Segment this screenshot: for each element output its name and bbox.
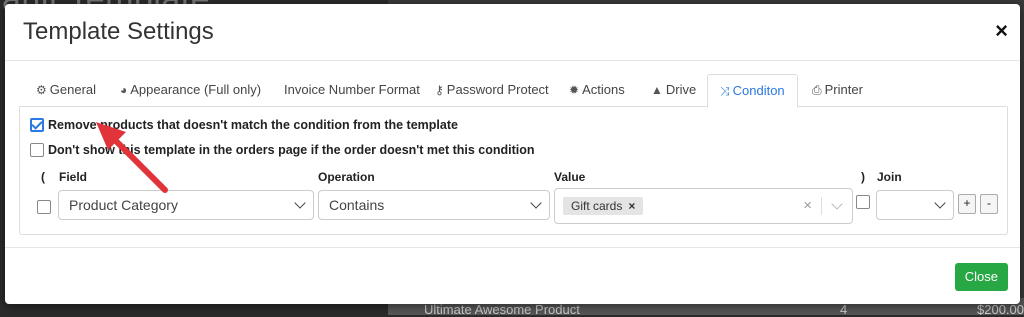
operation-header: Operation (318, 170, 375, 184)
remove-products-checkbox[interactable] (30, 118, 44, 132)
shuffle-icon: ⤨ (720, 84, 730, 98)
operation-select[interactable]: Contains (318, 190, 550, 220)
template-settings-modal: Template Settings × ⚙ General ◕ Appearance… (5, 4, 1020, 304)
clear-icon[interactable]: × (803, 197, 812, 214)
operation-select-value: Contains (329, 197, 385, 213)
tab-label: General (49, 82, 97, 97)
tab-printer[interactable]: ⎙ Printer (812, 74, 863, 106)
tab-general[interactable]: ⚙ General (36, 74, 96, 106)
value-tag-label: Gift cards (571, 199, 623, 213)
modal-header: Template Settings × (5, 4, 1020, 61)
tab-drive[interactable]: ▲ Drive (651, 74, 696, 106)
tab-label: Printer (824, 82, 863, 97)
join-header: Join (877, 170, 902, 184)
value-tag: Gift cards × (563, 197, 644, 215)
value-header: Value (554, 170, 586, 184)
modal-title: Template Settings (23, 18, 214, 45)
chevron-down-icon (530, 197, 542, 209)
remove-products-label: Remove products that doesn't match the c… (48, 118, 458, 132)
close-paren-checkbox[interactable] (856, 195, 870, 209)
close-icon[interactable]: × (995, 20, 1008, 42)
tab-label: Invoice Number Format (284, 82, 420, 97)
field-header: Field (59, 170, 88, 184)
hide-template-label: Don't show this template in the orders p… (48, 143, 535, 157)
separator (821, 197, 822, 215)
tab-label: Actions (582, 82, 625, 97)
tab-label: Appearance (Full only) (130, 82, 262, 97)
add-condition-button[interactable]: + (958, 194, 976, 214)
tab-actions[interactable]: ✹ Actions (569, 74, 625, 106)
join-select[interactable] (876, 190, 954, 220)
gear-icon: ⚙ (36, 83, 47, 97)
condition-panel: Remove products that doesn't match the c… (19, 106, 1008, 235)
hide-template-checkbox[interactable] (30, 143, 44, 157)
value-multiselect[interactable]: Gift cards × × (554, 188, 853, 224)
chevron-down-icon (934, 197, 946, 209)
field-select[interactable]: Product Category (58, 190, 314, 220)
cog-icon: ✹ (569, 83, 580, 97)
open-paren-checkbox[interactable] (37, 200, 51, 214)
chevron-down-icon (294, 197, 306, 209)
close-button[interactable]: Close (954, 263, 1008, 291)
tab-label: Password Protect (446, 82, 549, 97)
tab-appearance[interactable]: ◕ Appearance (Full only) (120, 74, 261, 106)
field-select-value: Product Category (69, 197, 178, 213)
close-paren-header: ) (861, 170, 865, 184)
remove-condition-button[interactable]: - (980, 194, 998, 214)
open-paren-header: ( (41, 170, 45, 184)
tab-label: Conditon (732, 83, 785, 98)
chevron-down-icon[interactable] (831, 198, 843, 210)
tab-label: Drive (665, 82, 697, 97)
palette-icon: ◕ (120, 83, 128, 97)
settings-tabs: ⚙ General ◕ Appearance (Full only) Invoice… (19, 74, 1006, 108)
key-icon: ⚷ (435, 83, 444, 97)
tag-remove-icon[interactable]: × (628, 199, 635, 213)
tab-conditon[interactable]: ⤨ Conditon (707, 74, 798, 108)
tab-password-protect[interactable]: ⚷ Password Protect (435, 74, 549, 106)
drive-icon: ▲ (651, 83, 663, 97)
printer-icon: ⎙ (812, 83, 822, 97)
modal-footer: Close (5, 247, 1020, 305)
tab-invoice-number-format[interactable]: Invoice Number Format (284, 74, 420, 106)
